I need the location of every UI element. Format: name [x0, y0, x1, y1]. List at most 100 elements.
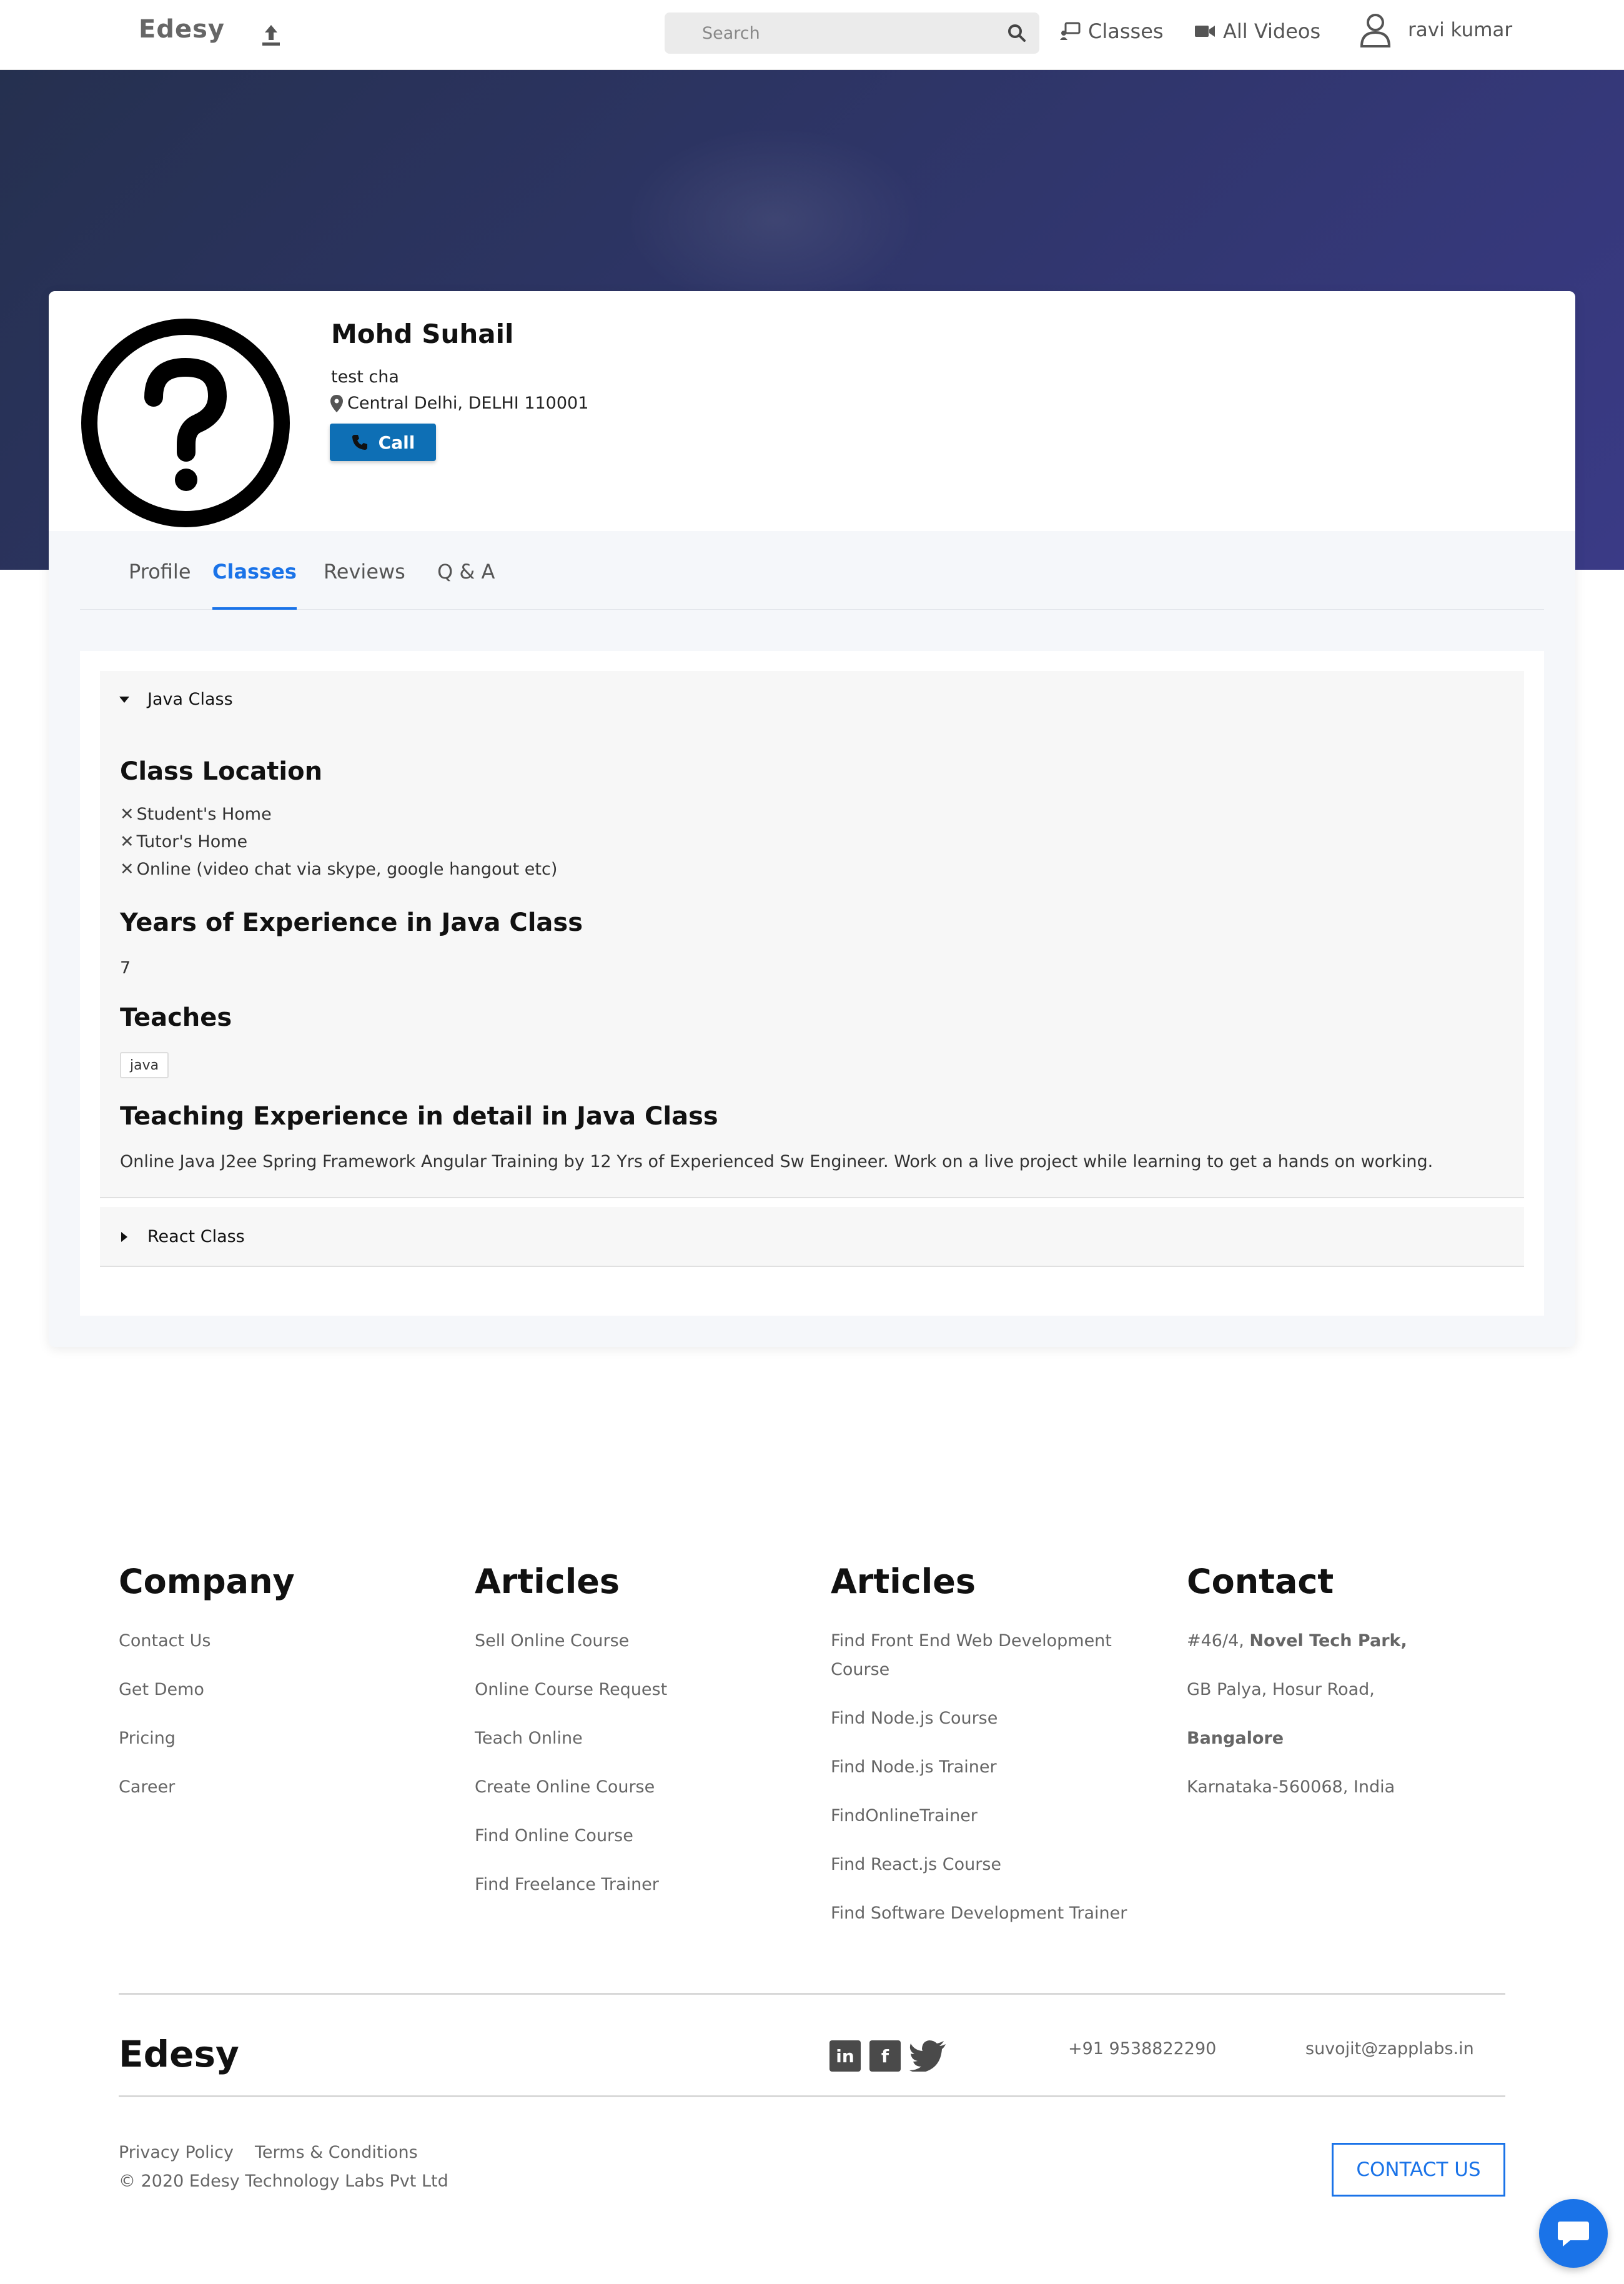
tab-qa-label: Q & A [437, 560, 495, 583]
footer-link-career[interactable]: Career [119, 1773, 175, 1802]
user-avatar-icon [1360, 14, 1391, 47]
brand-logo[interactable]: Edesy [139, 15, 225, 44]
class-title: Java Class [147, 690, 233, 709]
accordion-toggle-java[interactable]: Java Class [119, 690, 233, 709]
footer-link-teach-online[interactable]: Teach Online [475, 1724, 583, 1753]
footer-link-find-front-end[interactable]: Find Front End Web Development [831, 1627, 1112, 1656]
cross-icon: ✕ [120, 832, 134, 852]
tab-qa[interactable]: Q & A [437, 560, 495, 610]
location-option: ✕ Student's Home [120, 805, 272, 824]
footer-link-sell-online-course[interactable]: Sell Online Course [475, 1627, 629, 1656]
address-building: Novel Tech Park, [1249, 1631, 1407, 1651]
footer-link-pricing[interactable]: Pricing [119, 1724, 176, 1753]
footer-address-line2: GB Palya, Hosur Road, [1187, 1680, 1375, 1699]
caret-down-icon [119, 696, 129, 703]
footer-company-title: Company [119, 1562, 295, 1601]
tutor-location: Central Delhi, DELHI 110001 [330, 394, 588, 413]
call-button-label: Call [378, 432, 415, 453]
footer-contact-title: Contact [1187, 1562, 1334, 1601]
search-icon[interactable] [1007, 23, 1027, 43]
footer-legal-links: Privacy Policy Terms & Conditions [119, 2143, 418, 2162]
skill-tag: java [120, 1052, 169, 1078]
nav-all-videos-link[interactable]: All Videos [1194, 17, 1320, 45]
footer-articles-title: Articles [475, 1562, 620, 1601]
footer-link-find-online-trainer[interactable]: FindOnlineTrainer [831, 1802, 978, 1830]
nav-classes-link[interactable]: Classes [1059, 17, 1164, 45]
map-pin-icon [330, 394, 343, 412]
chat-bubble-icon [1558, 2222, 1589, 2247]
footer-address-line1: #46/4, Novel Tech Park, [1187, 1627, 1407, 1656]
teaches-heading: Teaches [120, 1003, 232, 1032]
tutor-name: Mohd Suhail [331, 319, 514, 349]
tab-profile-label: Profile [129, 560, 191, 583]
footer-brand-logo: Edesy [119, 2033, 239, 2075]
chat-widget-button[interactable] [1539, 2199, 1608, 2268]
profile-tabs: Profile Classes Reviews Q & A [80, 560, 1544, 610]
tutor-tagline: test cha [331, 367, 399, 387]
classroom-icon [1060, 22, 1081, 40]
linkedin-icon[interactable]: in [829, 2040, 861, 2072]
teaching-detail-heading: Teaching Experience in detail in Java Cl… [120, 1102, 718, 1131]
footer-link-find-reactjs-course[interactable]: Find React.js Course [831, 1850, 1001, 1879]
location-option-label: Online (video chat via skype, google han… [136, 860, 558, 879]
call-button[interactable]: Call [330, 424, 436, 461]
phone-icon [352, 435, 367, 450]
user-menu[interactable]: ravi kumar [1359, 11, 1512, 49]
address-prefix: #46/4, [1187, 1631, 1250, 1651]
nav-classes-label: Classes [1088, 19, 1164, 43]
footer-link-find-nodejs-trainer[interactable]: Find Node.js Trainer [831, 1753, 997, 1782]
footer-link-contact-us[interactable]: Contact Us [119, 1627, 210, 1656]
unknown-avatar-icon [81, 319, 290, 527]
footer-link-online-course-request[interactable]: Online Course Request [475, 1676, 667, 1704]
search-input[interactable] [702, 12, 989, 54]
banner-background-image [625, 126, 924, 314]
caret-right-icon [121, 1231, 127, 1242]
location-option: ✕ Online (video chat via skype, google h… [120, 860, 557, 879]
user-name: ravi kumar [1408, 19, 1513, 41]
location-option-label: Tutor's Home [136, 832, 248, 852]
privacy-policy-link[interactable]: Privacy Policy [119, 2143, 234, 2162]
footer-articles-title-2: Articles [831, 1562, 976, 1601]
terms-conditions-link[interactable]: Terms & Conditions [255, 2143, 418, 2162]
footer-email[interactable]: suvojit@zapplabs.in [1305, 2039, 1474, 2058]
tab-profile[interactable]: Profile [129, 560, 191, 610]
tab-reviews-label: Reviews [324, 560, 405, 583]
footer-link-find-nodejs-course[interactable]: Find Node.js Course [831, 1704, 998, 1733]
footer-link-find-freelance-trainer[interactable]: Find Freelance Trainer [475, 1870, 659, 1899]
teaching-detail-text: Online Java J2ee Spring Framework Angula… [120, 1152, 1433, 1171]
social-links: in f [829, 2040, 947, 2072]
cross-icon: ✕ [120, 860, 134, 879]
classes-panel: Java Class Class Location ✕ Student's Ho… [80, 651, 1544, 1316]
contact-us-button[interactable]: CONTACT US [1332, 2143, 1505, 2197]
class-location-heading: Class Location [120, 757, 323, 786]
cross-icon: ✕ [120, 805, 134, 824]
footer-divider [119, 2095, 1505, 2097]
footer-address-city: Bangalore [1187, 1729, 1284, 1748]
footer-link-create-online-course[interactable]: Create Online Course [475, 1773, 655, 1802]
profile-card: Mohd Suhail test cha Central Delhi, DELH… [49, 291, 1575, 1347]
upload-icon[interactable] [260, 22, 282, 47]
footer-link-find-software-dev-trainer[interactable]: Find Software Development Trainer [831, 1899, 1127, 1928]
location-option: ✕ Tutor's Home [120, 832, 247, 852]
accordion-toggle-react[interactable]: React Class [119, 1227, 245, 1246]
facebook-icon[interactable]: f [869, 2040, 901, 2072]
twitter-icon[interactable] [909, 2040, 947, 2072]
footer-divider [119, 1993, 1505, 1995]
tab-classes[interactable]: Classes [212, 560, 297, 610]
footer-link-find-front-end-cont[interactable]: Course [831, 1656, 889, 1684]
search-bar [665, 12, 1039, 54]
tab-reviews[interactable]: Reviews [324, 560, 405, 610]
class-title: React Class [147, 1227, 245, 1246]
footer-phone[interactable]: +91 9538822290 [1068, 2039, 1216, 2058]
footer-link-get-demo[interactable]: Get Demo [119, 1676, 204, 1704]
copyright-text: © 2020 Edesy Technology Labs Pvt Ltd [119, 2172, 448, 2191]
experience-heading: Years of Experience in Java Class [120, 908, 583, 937]
class-accordion-react: React Class [100, 1207, 1524, 1267]
footer-link-find-online-course[interactable]: Find Online Course [475, 1822, 633, 1850]
nav-videos-label: All Videos [1223, 19, 1321, 43]
top-navbar: Edesy Classes All Videos ravi kumar [0, 0, 1624, 70]
location-option-label: Student's Home [136, 805, 272, 824]
experience-years: 7 [120, 958, 131, 978]
class-accordion-java: Java Class Class Location ✕ Student's Ho… [100, 671, 1524, 1198]
tutor-location-text: Central Delhi, DELHI 110001 [347, 394, 589, 413]
